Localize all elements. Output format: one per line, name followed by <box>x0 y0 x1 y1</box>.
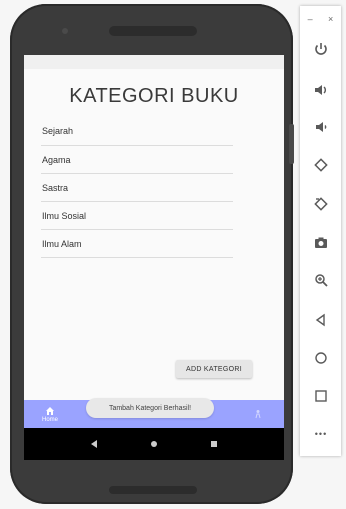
home-button-icon[interactable] <box>151 441 157 447</box>
status-bar <box>24 55 284 69</box>
power-button[interactable] <box>310 38 332 60</box>
overview-button[interactable] <box>310 385 332 407</box>
emulator-toolbar: – × ••• <box>300 6 341 456</box>
list-item[interactable]: Ilmu Alam <box>41 230 233 258</box>
phone-bottom-grille <box>109 486 197 494</box>
list-item[interactable]: Agama <box>41 146 233 174</box>
list-item[interactable]: Ilmu Sosial <box>41 202 233 230</box>
back-icon[interactable] <box>91 440 97 448</box>
phone-side-button <box>289 124 294 164</box>
android-navigation-bar <box>24 428 284 460</box>
zoom-icon <box>315 274 328 287</box>
rotate-left-icon <box>314 158 328 172</box>
volume-down-button[interactable] <box>310 116 332 138</box>
add-kategori-button[interactable]: ADD KATEGORI <box>176 360 252 378</box>
rotate-right-button[interactable] <box>310 193 332 215</box>
list-item[interactable]: Sejarah <box>41 117 233 146</box>
list-item[interactable]: Sastra <box>41 174 233 202</box>
camera-icon <box>315 237 327 248</box>
back-icon <box>315 313 325 327</box>
recents-icon[interactable] <box>211 441 217 447</box>
home-icon <box>315 352 327 364</box>
volume-up-icon <box>315 85 326 95</box>
home-icon <box>46 406 54 415</box>
phone-speaker <box>109 26 197 36</box>
nav-home-label: Home <box>41 416 58 423</box>
person-icon <box>255 410 261 419</box>
category-list: Sejarah Agama Sastra Ilmu Sosial Ilmu Al… <box>41 117 233 258</box>
nav-person[interactable] <box>232 400 284 428</box>
back-button[interactable] <box>310 309 332 331</box>
close-button[interactable]: × <box>328 14 333 24</box>
power-icon <box>315 43 327 55</box>
volume-down-icon <box>316 122 327 132</box>
page-title: KATEGORI BUKU <box>69 85 239 107</box>
phone-camera <box>62 28 68 34</box>
rotate-right-icon <box>314 197 328 211</box>
screenshot-button[interactable] <box>310 232 332 254</box>
nav-home[interactable]: Home <box>24 400 76 428</box>
volume-up-button[interactable] <box>310 79 332 101</box>
home-button[interactable] <box>310 347 332 369</box>
zoom-button[interactable] <box>310 269 332 291</box>
app-screen: KATEGORI BUKU Sejarah Agama Sastra Ilmu … <box>24 55 284 460</box>
toolbar-window-controls: – × <box>300 14 341 24</box>
toast-message: Tambah Kategori Berhasil! <box>86 398 214 418</box>
minimize-button[interactable]: – <box>308 14 313 24</box>
overview-icon <box>315 390 327 402</box>
rotate-left-button[interactable] <box>310 154 332 176</box>
more-button[interactable]: ••• <box>310 423 332 445</box>
more-icon: ••• <box>314 429 328 439</box>
